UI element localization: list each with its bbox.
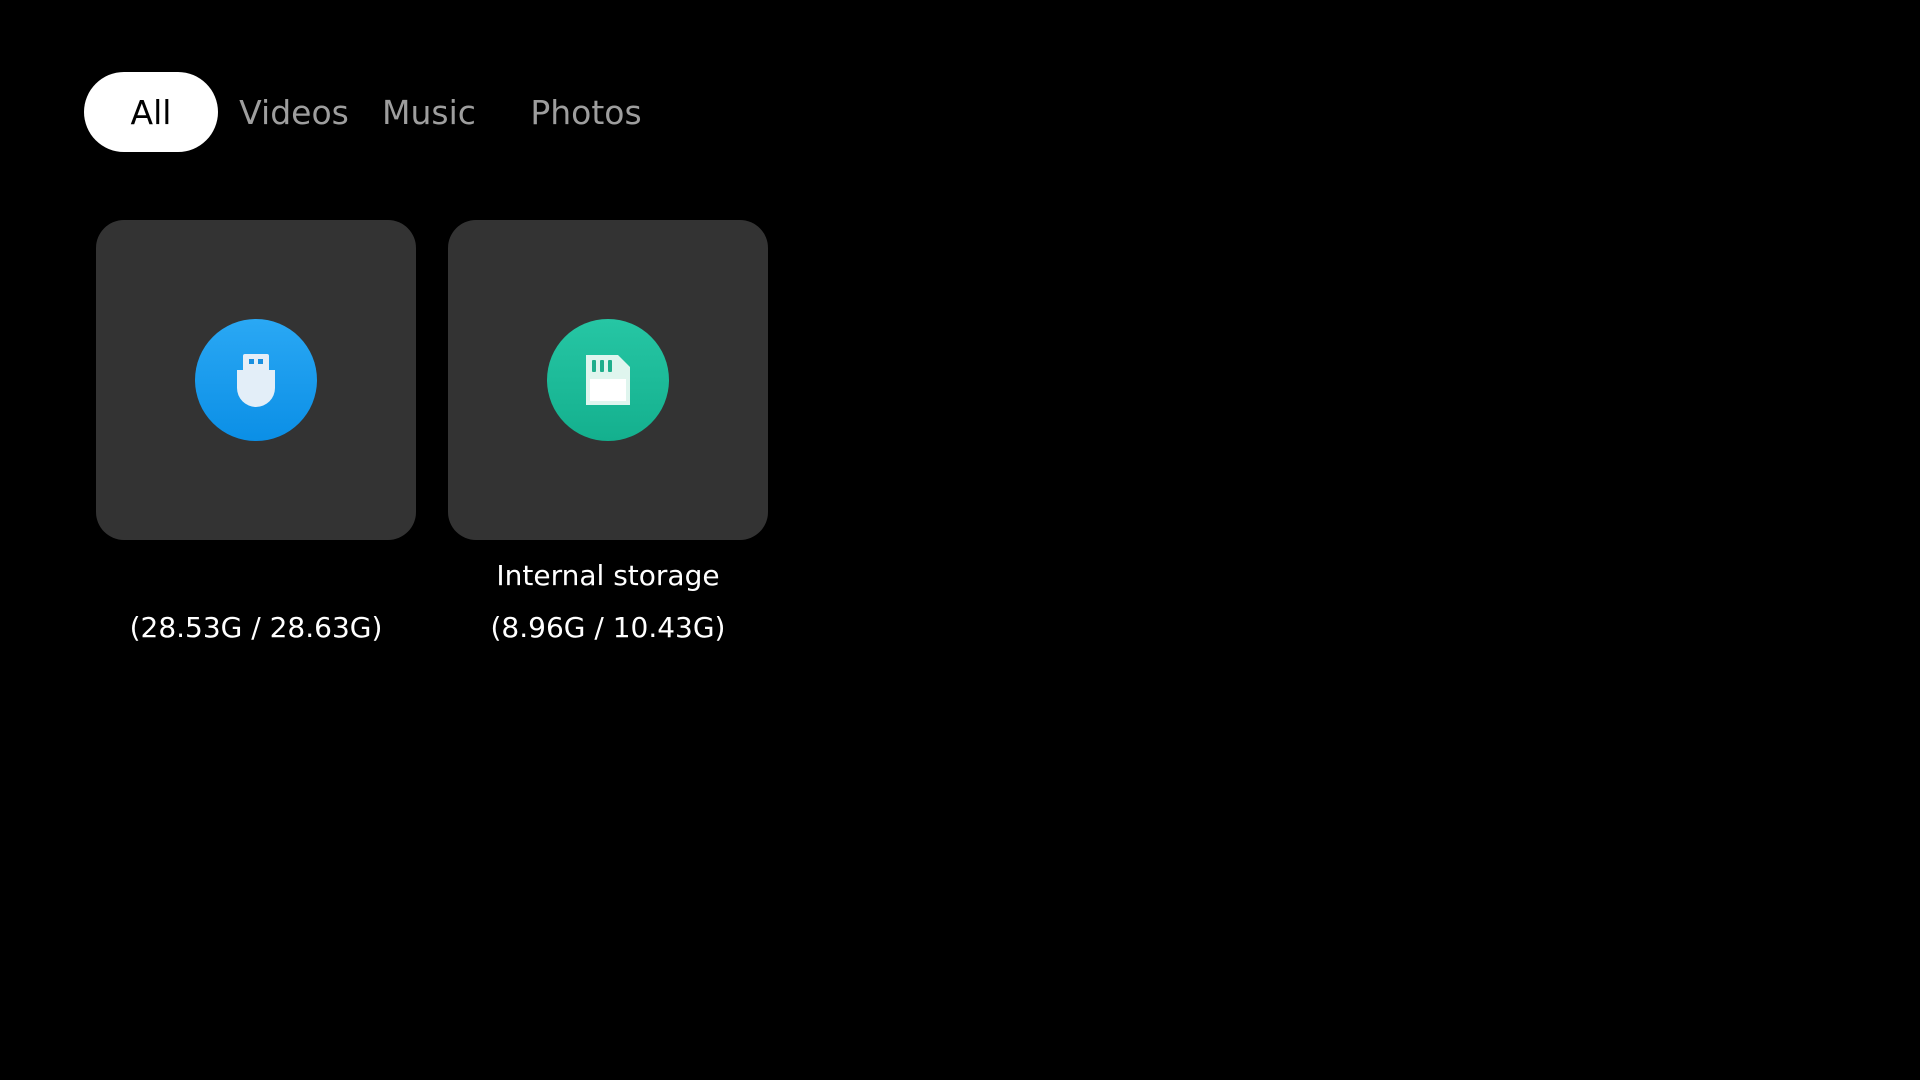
- storage-item-internal[interactable]: Internal storage (8.96G / 10.43G): [448, 220, 768, 648]
- category-tabs: All Videos Music Photos: [84, 72, 642, 152]
- storage-item-usb[interactable]: (28.53G / 28.63G): [96, 220, 416, 648]
- tab-videos-label: Videos: [239, 92, 349, 132]
- tab-all-label: All: [130, 92, 172, 132]
- sd-card-icon: [547, 319, 669, 441]
- tab-photos[interactable]: Photos: [530, 72, 642, 152]
- tab-photos-label: Photos: [530, 92, 642, 132]
- tab-music-label: Music: [382, 92, 476, 132]
- tab-videos[interactable]: Videos: [232, 72, 356, 152]
- media-browser-screen: All Videos Music Photos (28.53G / 28.63G…: [0, 0, 1920, 1080]
- tab-music[interactable]: Music: [382, 72, 476, 152]
- storage-list: (28.53G / 28.63G) Internal storage (8.96…: [96, 220, 800, 648]
- storage-card[interactable]: [96, 220, 416, 540]
- tab-all[interactable]: All: [84, 72, 218, 152]
- storage-name: Internal storage: [496, 559, 720, 592]
- usb-drive-icon: [195, 319, 317, 441]
- storage-card[interactable]: [448, 220, 768, 540]
- storage-size: (8.96G / 10.43G): [490, 611, 726, 644]
- storage-size: (28.53G / 28.63G): [129, 611, 383, 644]
